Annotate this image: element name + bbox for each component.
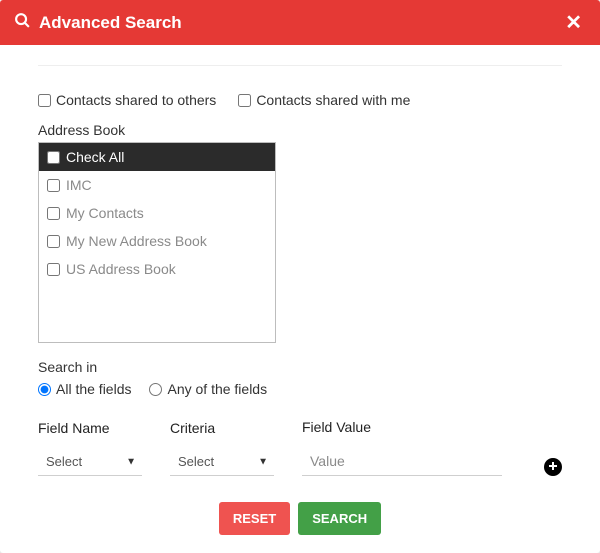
checkbox-input[interactable] (47, 263, 60, 276)
checkbox-input[interactable] (47, 235, 60, 248)
criteria-row: Field Name Select ▼ Criteria Select ▼ (38, 419, 562, 476)
action-buttons: RESET SEARCH (38, 502, 562, 535)
close-button[interactable]: ✕ (561, 10, 586, 35)
radio-input[interactable] (38, 383, 51, 396)
checkbox-input[interactable] (38, 94, 51, 107)
field-value-input[interactable] (302, 447, 502, 476)
modal-body: Contacts shared to others Contacts share… (0, 45, 600, 553)
checkbox-input[interactable] (47, 207, 60, 220)
criteria-label: Criteria (170, 420, 274, 436)
all-fields-radio[interactable]: All the fields (38, 381, 131, 397)
address-book-label: Address Book (38, 122, 562, 138)
list-item[interactable]: Check All (39, 143, 275, 171)
add-criteria-button[interactable] (544, 458, 562, 476)
field-name-label: Field Name (38, 420, 142, 436)
contacts-shared-with-me-checkbox[interactable]: Contacts shared with me (238, 92, 410, 108)
radio-label: Any of the fields (167, 381, 267, 397)
checkbox-label: Contacts shared to others (56, 92, 216, 108)
field-name-select[interactable]: Select (38, 448, 142, 476)
list-item-label: My New Address Book (66, 233, 207, 249)
list-item[interactable]: My Contacts (39, 199, 275, 227)
modal-header: Advanced Search ✕ (0, 0, 600, 45)
advanced-search-modal: Advanced Search ✕ Contacts shared to oth… (0, 0, 600, 553)
radio-input[interactable] (149, 383, 162, 396)
search-icon (14, 12, 31, 34)
plus-icon (548, 458, 558, 476)
list-item-label: My Contacts (66, 205, 144, 221)
checkbox-input[interactable] (238, 94, 251, 107)
list-item[interactable]: My New Address Book (39, 227, 275, 255)
list-item-label: IMC (66, 177, 92, 193)
field-value-label: Field Value (302, 419, 516, 435)
radio-label: All the fields (56, 381, 131, 397)
address-book-list[interactable]: Check All IMC My Contacts My New Address… (38, 142, 276, 343)
close-icon: ✕ (565, 12, 582, 34)
divider (38, 65, 562, 66)
checkbox-label: Contacts shared with me (256, 92, 410, 108)
contacts-shared-to-others-checkbox[interactable]: Contacts shared to others (38, 92, 216, 108)
checkbox-input[interactable] (47, 179, 60, 192)
list-item-label: Check All (66, 149, 124, 165)
list-item-label: US Address Book (66, 261, 176, 277)
reset-button[interactable]: RESET (219, 502, 290, 535)
checkbox-input[interactable] (47, 151, 60, 164)
any-fields-radio[interactable]: Any of the fields (149, 381, 267, 397)
modal-title: Advanced Search (39, 13, 182, 33)
search-button[interactable]: SEARCH (298, 502, 381, 535)
share-filter-row: Contacts shared to others Contacts share… (38, 92, 562, 108)
criteria-select[interactable]: Select (170, 448, 274, 476)
search-in-label: Search in (38, 359, 562, 375)
list-item[interactable]: IMC (39, 171, 275, 199)
list-item[interactable]: US Address Book (39, 255, 275, 283)
search-in-section: Search in All the fields Any of the fiel… (38, 359, 562, 397)
